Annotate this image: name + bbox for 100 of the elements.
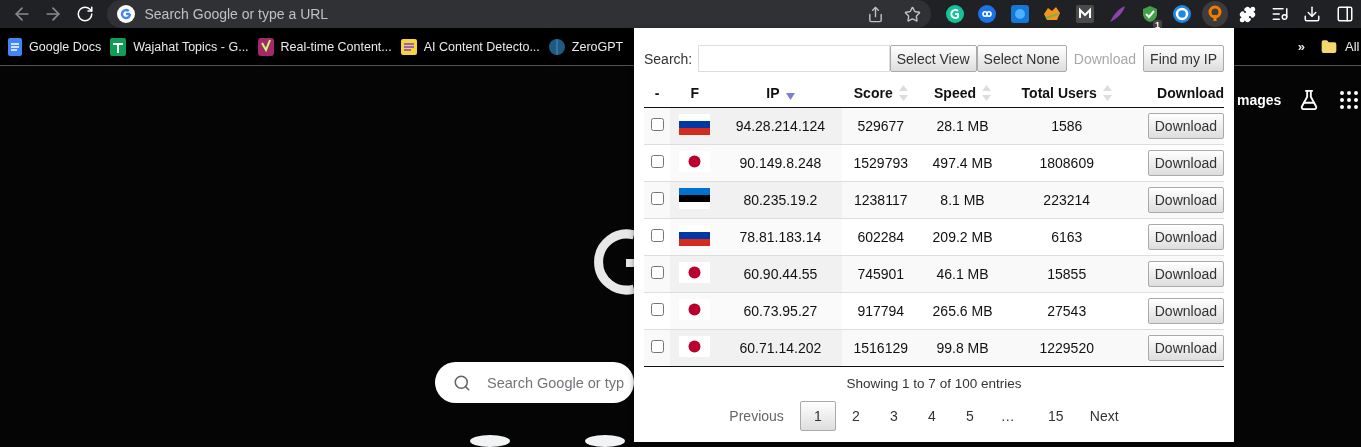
speed-cell: 46.1 MB: [936, 266, 989, 282]
bookmark-item[interactable]: Real-time Content...: [257, 37, 392, 56]
folder-icon: [1321, 38, 1337, 55]
entries-info: Showing 1 to 7 of 100 entries: [845, 376, 1023, 391]
bookmark-item[interactable]: AI Content Detecto...: [400, 38, 540, 55]
bookmark-item[interactable]: Wajahat Topics - G...: [110, 37, 249, 56]
users-cell: 1229520: [1039, 340, 1094, 356]
bookmark-star-icon[interactable]: [903, 5, 921, 23]
column-header[interactable]: Speed: [934, 84, 977, 101]
row-checkbox[interactable]: [650, 155, 664, 168]
page-link[interactable]: 15: [1037, 401, 1074, 431]
column-header[interactable]: Total Users: [1021, 84, 1097, 101]
row-checkbox[interactable]: [650, 340, 664, 353]
infinity-icon[interactable]: [978, 5, 997, 23]
search-input[interactable]: [698, 45, 890, 72]
dark-globe-icon: [548, 38, 565, 55]
extensions-icon[interactable]: [1238, 5, 1256, 23]
spreadsheet-icon: [110, 37, 127, 56]
column-header[interactable]: IP: [766, 84, 780, 101]
flag-icon: [679, 336, 711, 357]
score-cell: 1516129: [853, 340, 908, 356]
sort-descending-icon[interactable]: [785, 93, 795, 100]
download-button[interactable]: Download: [1147, 150, 1224, 176]
row-checkbox[interactable]: [650, 192, 664, 205]
ip-cell: 60.90.44.55: [743, 266, 818, 282]
speed-cell: 8.1 MB: [940, 192, 985, 208]
speed-cell: 99.8 MB: [936, 340, 989, 356]
toolbar-button[interactable]: Find my IP: [1143, 45, 1224, 72]
flag-icon: [679, 262, 711, 283]
download-button[interactable]: Download: [1147, 113, 1224, 139]
search-field[interactable]: Search Google or typ: [435, 362, 634, 403]
share-icon[interactable]: [866, 5, 884, 23]
document-icon: [8, 37, 22, 56]
ip-cell: 78.81.183.14: [739, 229, 822, 245]
y-logo-icon: [257, 37, 274, 56]
download-icon[interactable]: [1303, 5, 1322, 23]
ring-logo-icon[interactable]: [1173, 5, 1192, 23]
score-cell: 1238117: [854, 192, 908, 208]
download-button[interactable]: Download: [1147, 261, 1224, 287]
download-button[interactable]: Download: [1147, 224, 1224, 250]
bookmarks-overflow[interactable]: »: [1297, 39, 1305, 54]
column-header[interactable]: Score: [853, 84, 893, 101]
media-queue-icon[interactable]: [1270, 5, 1289, 23]
all-bookmarks-link[interactable]: All: [1345, 39, 1361, 54]
score-cell: 745901: [857, 266, 905, 282]
speed-cell: 497.4 MB: [932, 155, 993, 171]
g-logo-icon[interactable]: [945, 5, 964, 23]
google-g-icon: [116, 5, 135, 23]
address-input[interactable]: Search Google or type a URL: [142, 5, 859, 23]
shield-icon[interactable]: [1140, 5, 1159, 23]
score-cell: 1529793: [853, 155, 908, 171]
bookmark-item[interactable]: ZeroGPT: [548, 38, 624, 55]
page-link[interactable]: 5: [951, 401, 988, 431]
users-cell: 27543: [1047, 303, 1087, 319]
ip-cell: 94.28.214.124: [735, 118, 826, 134]
images-link[interactable]: mages: [1237, 92, 1282, 108]
download-button[interactable]: Download: [1147, 298, 1224, 324]
speed-cell: 265.6 MB: [932, 303, 993, 319]
notepad-icon: [400, 38, 417, 55]
side-panel-icon[interactable]: [1335, 5, 1354, 23]
flag-icon: [679, 188, 711, 209]
page-link[interactable]: 1: [799, 401, 836, 431]
download-button[interactable]: Download: [1147, 335, 1224, 361]
previous-link[interactable]: Previous: [721, 401, 792, 431]
address-bar[interactable]: Search Google or type a URL: [106, 0, 931, 28]
users-cell: 223214: [1043, 192, 1091, 208]
column-header: -: [654, 84, 660, 101]
bookmark-item[interactable]: Google Docs: [8, 37, 102, 56]
next-link[interactable]: Next: [1081, 401, 1127, 431]
speed-cell: 28.1 MB: [936, 118, 989, 134]
column-header: F: [690, 84, 700, 101]
column-header: Download: [1157, 84, 1224, 101]
globe-square-icon[interactable]: [1010, 5, 1029, 23]
row-checkbox[interactable]: [650, 303, 664, 316]
m-logo-icon[interactable]: [1075, 5, 1094, 23]
ip-cell: 60.73.95.27: [743, 303, 818, 319]
feather-icon[interactable]: [1108, 5, 1127, 23]
users-cell: 6163: [1051, 229, 1083, 245]
search-icon: [453, 373, 471, 392]
users-cell: 15855: [1047, 266, 1087, 282]
score-cell: 917794: [857, 303, 905, 319]
splash-icon[interactable]: [1042, 6, 1063, 22]
score-cell: 602284: [857, 229, 905, 245]
apps-grid-icon[interactable]: [1337, 88, 1361, 112]
page-link[interactable]: 4: [913, 401, 950, 431]
toolbar-button[interactable]: Select View: [889, 45, 977, 72]
row-checkbox[interactable]: [650, 229, 664, 242]
row-checkbox[interactable]: [650, 118, 664, 131]
page-link[interactable]: …: [989, 401, 1026, 431]
page-link[interactable]: 3: [875, 401, 912, 431]
toolbar-button[interactable]: Select None: [976, 45, 1067, 72]
row-checkbox[interactable]: [650, 266, 664, 279]
page-link[interactable]: 2: [837, 401, 874, 431]
shortcut-tile[interactable]: [585, 435, 625, 447]
ip-cell: 60.71.14.202: [739, 340, 822, 356]
keyhole-icon[interactable]: [1201, 1, 1228, 27]
users-cell: 1808609: [1039, 155, 1094, 171]
ip-cell: 90.149.8.248: [739, 155, 822, 171]
download-button[interactable]: Download: [1147, 187, 1224, 213]
shortcut-tile[interactable]: [470, 435, 510, 447]
